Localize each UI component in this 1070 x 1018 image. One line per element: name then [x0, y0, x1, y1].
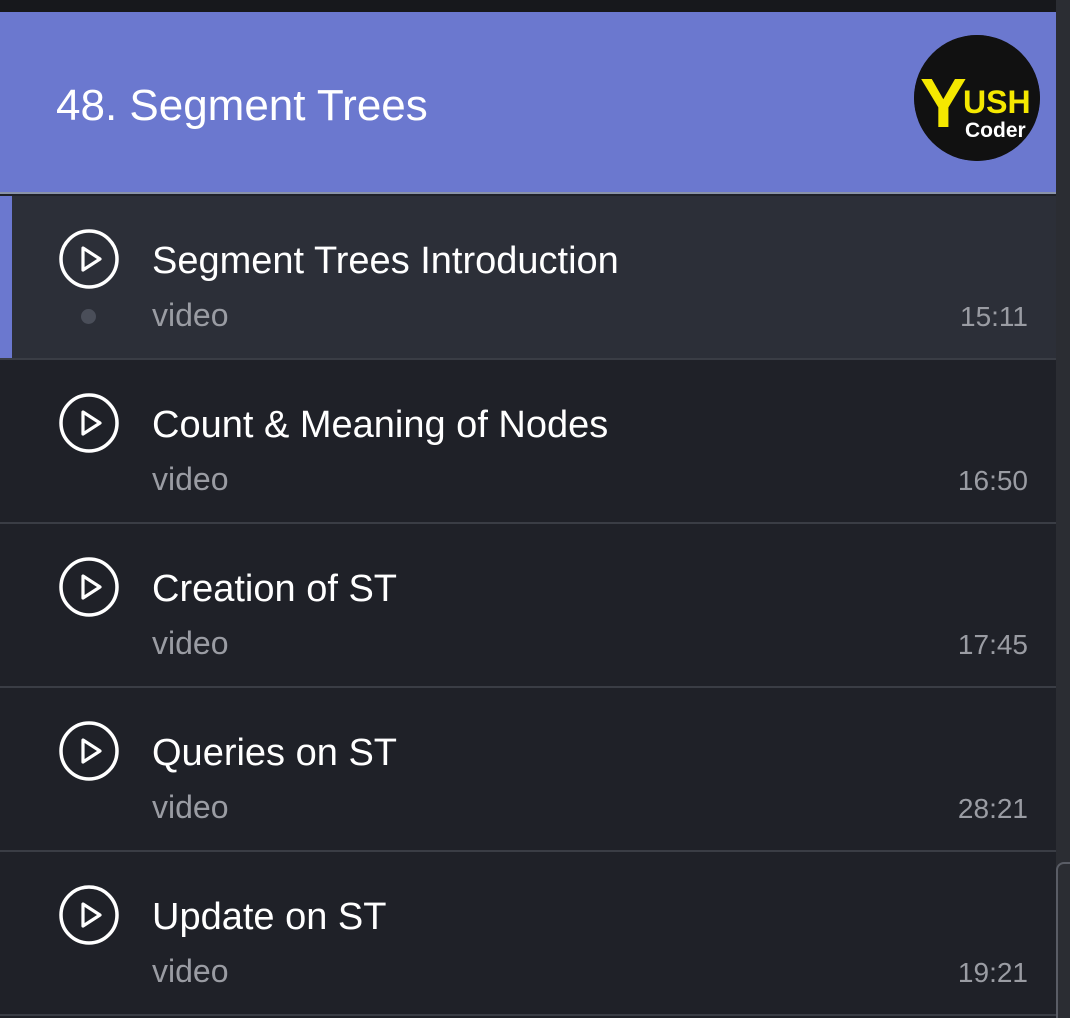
lesson-item[interactable]: Segment Trees Introduction video 15:11 [0, 196, 1056, 360]
progress-dot [81, 309, 96, 324]
section-header[interactable]: 48. Segment Trees Y USH Coder [0, 12, 1056, 194]
play-circle-icon[interactable] [58, 884, 120, 946]
lesson-title: Creation of ST [152, 568, 397, 610]
lesson-item[interactable]: Update on ST video 19:21 [0, 852, 1056, 1016]
lesson-title: Count & Meaning of Nodes [152, 404, 609, 446]
play-circle-icon[interactable] [58, 720, 120, 782]
play-circle-icon[interactable] [58, 228, 120, 290]
active-indicator [0, 196, 12, 358]
lesson-duration: 19:21 [957, 957, 1028, 988]
lesson-duration: 16:50 [957, 465, 1028, 496]
lesson-type: video [152, 789, 229, 825]
lesson-item[interactable]: Count & Meaning of Nodes video 16:50 [0, 360, 1056, 524]
lesson-type: video [152, 297, 229, 333]
top-strip [0, 0, 1070, 12]
play-circle-icon[interactable] [58, 392, 120, 454]
lesson-item[interactable]: Creation of ST video 17:45 [0, 524, 1056, 688]
play-circle-icon[interactable] [58, 556, 120, 618]
course-outline-screen: 48. Segment Trees Y USH Coder Segment Tr… [0, 0, 1070, 1018]
logo-text-sub: Coder [965, 119, 1026, 142]
lesson-type: video [152, 461, 229, 497]
lesson-type: video [152, 953, 229, 989]
lesson-duration: 28:21 [957, 793, 1028, 824]
logo-initial: Y [920, 64, 967, 142]
lesson-title: Queries on ST [152, 732, 397, 774]
lesson-list: Segment Trees Introduction video 15:11 C… [0, 196, 1056, 1016]
scrollbar-handle[interactable] [1056, 862, 1070, 1018]
section-title: 48. Segment Trees [56, 81, 428, 130]
lesson-duration: 15:11 [960, 301, 1028, 332]
lesson-item[interactable]: Queries on ST video 28:21 [0, 688, 1056, 852]
lesson-title: Update on ST [152, 896, 387, 938]
lesson-type: video [152, 625, 229, 661]
lesson-duration: 17:45 [957, 629, 1028, 660]
logo-text-main: USH [963, 84, 1031, 120]
yush-coder-logo: Y USH Coder [914, 35, 1040, 161]
lesson-title: Segment Trees Introduction [152, 240, 619, 282]
